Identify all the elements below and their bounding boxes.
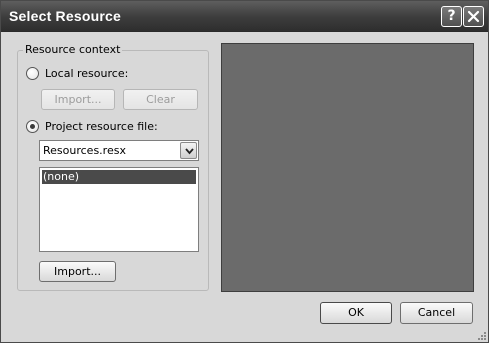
list-item[interactable]: (none) (42, 170, 196, 184)
resource-preview (221, 43, 474, 292)
select-resource-dialog: Select Resource ? Resource context Local… (0, 0, 489, 343)
chevron-down-icon (185, 148, 194, 155)
resource-file-value: Resources.resx (43, 144, 126, 157)
resource-file-select[interactable]: Resources.resx (39, 140, 199, 161)
cancel-button[interactable]: Cancel (400, 302, 473, 324)
title-bar[interactable]: Select Resource ? (1, 1, 488, 32)
project-resource-label[interactable]: Project resource file: (45, 120, 158, 133)
dialog-title: Select Resource (9, 8, 121, 24)
project-resource-radio[interactable] (26, 120, 39, 133)
resource-context-label: Resource context (23, 43, 123, 56)
local-resource-label[interactable]: Local resource: (45, 67, 128, 80)
help-button[interactable]: ? (441, 6, 462, 27)
local-import-button[interactable]: Import... (41, 89, 115, 110)
ok-button[interactable]: OK (320, 302, 392, 324)
dropdown-button[interactable] (180, 142, 197, 159)
help-icon: ? (447, 8, 456, 24)
close-button[interactable] (463, 6, 484, 27)
clear-button[interactable]: Clear (123, 89, 198, 110)
resize-grip-icon[interactable] (476, 330, 487, 341)
import-button[interactable]: Import... (39, 261, 116, 282)
close-icon (467, 10, 480, 23)
resource-list[interactable]: (none) (39, 167, 199, 252)
local-resource-radio[interactable] (26, 67, 39, 80)
